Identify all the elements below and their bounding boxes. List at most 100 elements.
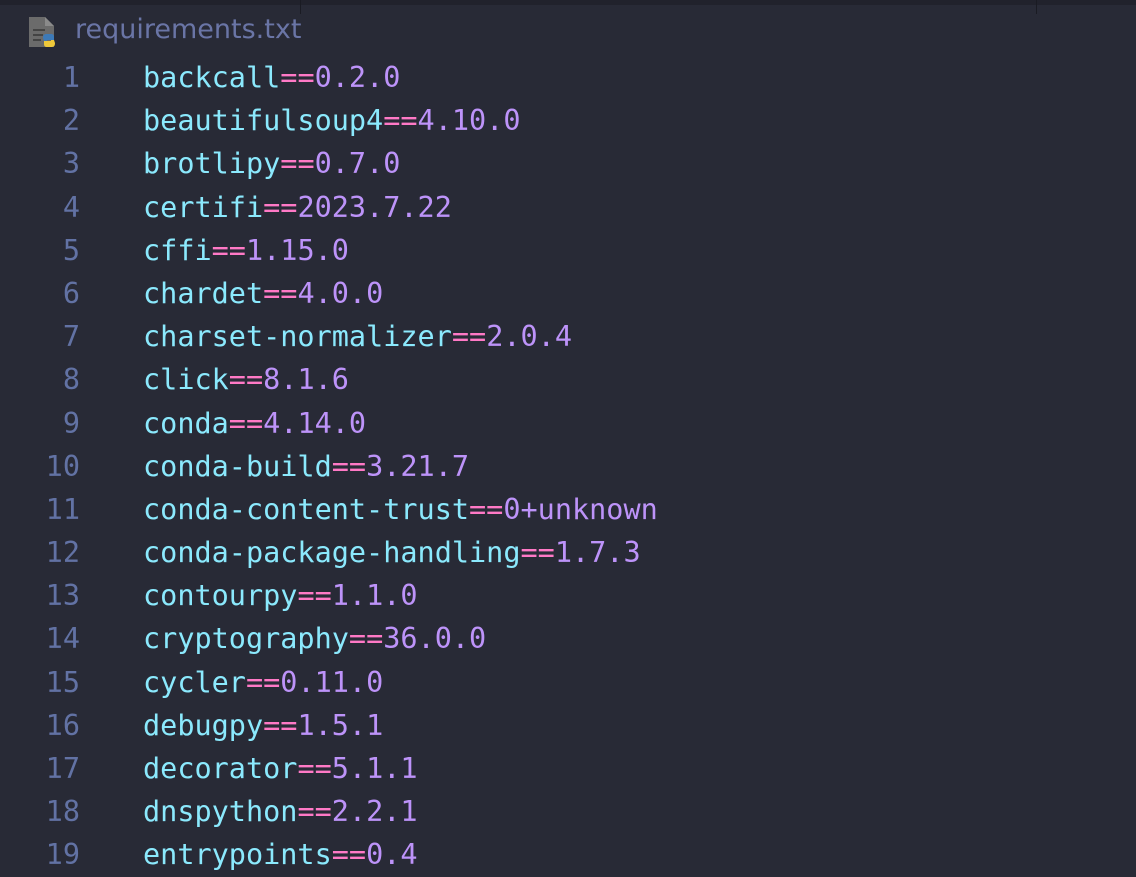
line-number: 16 — [45, 708, 80, 742]
code-line[interactable]: 3 brotlipy==0.7.0 — [0, 142, 1136, 185]
package-name: chardet — [143, 276, 264, 310]
version-operator: == — [469, 492, 504, 526]
version-operator: == — [331, 838, 367, 872]
line-content: click==8.1.6 — [143, 358, 349, 401]
line-content: entrypoints==0.4 — [143, 833, 418, 876]
pane-divider — [300, 0, 301, 14]
package-version: 0.7.0 — [314, 147, 401, 181]
version-operator: == — [280, 147, 315, 181]
code-line[interactable]: 10 conda-build==3.21.7 — [0, 445, 1136, 488]
line-content: debugpy==1.5.1 — [143, 704, 383, 747]
code-line[interactable]: 9 conda==4.14.0 — [0, 402, 1136, 445]
version-operator: == — [297, 795, 332, 829]
version-operator: == — [451, 320, 487, 354]
line-number: 11 — [45, 492, 80, 526]
package-name: conda-content-trust — [143, 492, 470, 526]
package-version: 0.2.0 — [314, 61, 401, 94]
package-name: brotlipy — [143, 147, 281, 181]
version-operator: == — [211, 233, 246, 267]
version-operator: == — [280, 61, 315, 94]
code-line[interactable]: 2 beautifulsoup4==4.10.0 — [0, 99, 1136, 142]
package-version: 0.4 — [366, 838, 418, 872]
code-line[interactable]: 5 cffi==1.15.0 — [0, 229, 1136, 272]
package-name: decorator — [143, 752, 298, 785]
line-content: certifi==2023.7.22 — [143, 186, 452, 229]
line-number: 10 — [45, 449, 80, 483]
code-line[interactable]: 15 cycler==0.11.0 — [0, 661, 1136, 704]
package-name: conda-build — [143, 449, 332, 483]
line-content: chardet==4.0.0 — [143, 272, 383, 315]
line-content: brotlipy==0.7.0 — [143, 142, 400, 185]
package-name: dnspython — [143, 795, 298, 829]
code-line[interactable]: 11 conda-content-trust==0+unknown — [0, 488, 1136, 531]
version-operator: == — [297, 752, 332, 785]
line-number: 1 — [62, 61, 80, 94]
package-version: 0+unknown — [503, 492, 658, 526]
line-content: conda-content-trust==0+unknown — [143, 488, 658, 531]
code-line[interactable]: 12 conda-package-handling==1.7.3 — [0, 531, 1136, 574]
line-number: 2 — [62, 104, 80, 138]
line-content: decorator==5.1.1 — [143, 747, 418, 790]
line-number: 13 — [45, 579, 80, 613]
tab-title: requirements.txt — [75, 14, 302, 45]
line-number: 7 — [62, 320, 80, 354]
package-name: cycler — [143, 665, 246, 699]
package-name: debugpy — [143, 708, 264, 742]
code-line[interactable]: 14 cryptography==36.0.0 — [0, 617, 1136, 660]
package-version: 4.14.0 — [263, 406, 367, 440]
line-number: 12 — [45, 536, 80, 570]
line-content: cycler==0.11.0 — [143, 661, 383, 704]
package-name: entrypoints — [143, 838, 332, 872]
package-name: conda-package-handling — [143, 536, 521, 570]
package-name: certifi — [143, 190, 264, 224]
version-operator: == — [263, 276, 298, 310]
code-line[interactable]: 7 charset-normalizer==2.0.4 — [0, 315, 1136, 358]
version-operator: == — [331, 449, 367, 483]
version-operator: == — [263, 708, 298, 742]
version-operator: == — [297, 579, 332, 613]
package-version: 1.15.0 — [245, 233, 349, 267]
code-line[interactable]: 18 dnspython==2.2.1 — [0, 790, 1136, 833]
code-line[interactable]: 8 click==8.1.6 — [0, 358, 1136, 401]
version-operator: == — [245, 665, 281, 699]
top-strip — [0, 0, 1136, 14]
package-version: 3.21.7 — [366, 449, 470, 483]
version-operator: == — [348, 622, 384, 656]
line-content: contourpy==1.1.0 — [143, 574, 418, 617]
line-content: cffi==1.15.0 — [143, 229, 349, 272]
line-number: 17 — [45, 752, 80, 785]
code-line[interactable]: 19 entrypoints==0.4 — [0, 833, 1136, 876]
package-name: charset-normalizer — [143, 320, 452, 354]
version-operator: == — [228, 363, 264, 397]
package-version: 5.1.1 — [331, 752, 418, 785]
line-number: 15 — [45, 665, 80, 699]
line-content: backcall==0.2.0 — [143, 56, 400, 99]
package-version: 4.10.0 — [417, 104, 521, 138]
package-version: 0.11.0 — [280, 665, 384, 699]
line-number: 5 — [62, 233, 80, 267]
code-line[interactable]: 16 debugpy==1.5.1 — [0, 704, 1136, 747]
line-number: 9 — [62, 406, 80, 440]
code-line[interactable]: 1 backcall==0.2.0 — [0, 56, 1136, 99]
python-file-icon — [29, 17, 55, 47]
line-content: cryptography==36.0.0 — [143, 617, 486, 660]
package-name: cryptography — [143, 622, 349, 656]
code-line[interactable]: 13 contourpy==1.1.0 — [0, 574, 1136, 617]
line-number: 3 — [62, 147, 80, 181]
line-number: 19 — [45, 838, 80, 872]
line-content: dnspython==2.2.1 — [143, 790, 418, 833]
line-number: 4 — [62, 190, 80, 224]
package-name: cffi — [143, 233, 212, 267]
line-content: beautifulsoup4==4.10.0 — [143, 99, 521, 142]
code-line[interactable]: 17 decorator==5.1.1 — [0, 747, 1136, 790]
line-content: conda==4.14.0 — [143, 402, 366, 445]
line-number: 8 — [62, 363, 80, 397]
package-name: contourpy — [143, 579, 298, 613]
package-name: beautifulsoup4 — [143, 104, 384, 138]
code-line[interactable]: 4 certifi==2023.7.22 — [0, 186, 1136, 229]
code-line[interactable]: 6 chardet==4.0.0 — [0, 272, 1136, 315]
version-operator: == — [520, 536, 555, 570]
package-version: 1.5.1 — [297, 708, 384, 742]
package-version: 2.2.1 — [331, 795, 418, 829]
code-editor[interactable]: 1 backcall==0.2.0 2 beautifulsoup4==4.10.0 3… — [0, 56, 1136, 877]
